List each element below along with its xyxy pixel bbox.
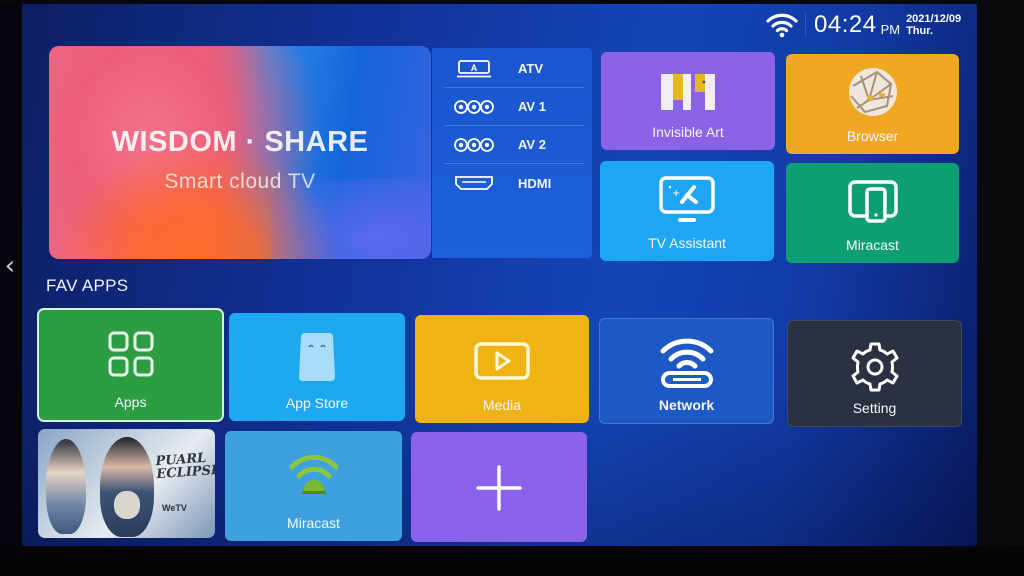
tile-label: Miracast xyxy=(287,515,340,531)
clock-ampm: PM xyxy=(880,21,901,37)
tile-label: Browser xyxy=(846,128,899,144)
status-divider xyxy=(805,13,806,37)
tv-assistant-icon: + xyxy=(659,176,715,222)
tile-tv-assistant[interactable]: + TV Assistant xyxy=(600,161,774,261)
tile-apps[interactable]: Apps xyxy=(37,308,224,422)
tile-label: Miracast xyxy=(846,237,899,253)
plus-icon xyxy=(476,465,522,511)
invisible-art-icon xyxy=(661,74,715,110)
tile-invisible-art[interactable]: Invisible Art xyxy=(601,52,775,150)
wifi-icon xyxy=(766,13,798,38)
tile-network[interactable]: Network xyxy=(599,318,774,424)
source-item-hdmi[interactable]: HDMI xyxy=(444,164,584,202)
tile-miracast-bottom[interactable]: Miracast xyxy=(225,431,402,541)
tile-label: TV Assistant xyxy=(648,235,726,251)
input-source-list: A ATV AV 1 AV 2 HDMI xyxy=(432,48,592,258)
rca-av-icon xyxy=(452,135,496,155)
poster-title-line: ECLIPSE xyxy=(156,462,215,483)
svg-text:A: A xyxy=(471,63,478,73)
hero-title: WISDOM · SHARE xyxy=(111,126,369,158)
poster-title: PUARL ECLIPSE xyxy=(155,451,215,483)
media-play-icon xyxy=(474,342,530,380)
tile-app-store[interactable]: App Store xyxy=(229,313,405,421)
source-item-av2[interactable]: AV 2 xyxy=(444,126,584,164)
svg-text:+: + xyxy=(672,188,680,199)
antenna-tv-icon: A xyxy=(452,59,496,79)
tv-bezel-right xyxy=(977,0,1024,576)
tv-bezel-bottom xyxy=(0,546,1024,576)
tile-poster-thumbnail[interactable]: PUARL ECLIPSE WeTV xyxy=(38,429,215,538)
poster-figure xyxy=(100,437,154,537)
source-item-atv[interactable]: A ATV xyxy=(444,50,584,88)
status-bar: 04:24 PM 2021/12/09 Thur. xyxy=(765,10,961,40)
hero-subtitle: Smart cloud TV xyxy=(164,170,316,193)
weekday-text: Thur. xyxy=(906,25,933,37)
tile-miracast-top[interactable]: Miracast xyxy=(786,163,959,263)
clock-time: 04:24 xyxy=(814,11,877,38)
date-text: 2021/12/09 xyxy=(906,13,962,25)
tile-label: Invisible Art xyxy=(652,124,724,140)
add-app-button[interactable] xyxy=(411,432,587,542)
tile-browser[interactable]: Browser xyxy=(786,54,959,154)
screen-mirror-icon xyxy=(847,180,898,223)
source-label: ATV xyxy=(518,61,544,76)
rca-av-icon xyxy=(452,97,496,117)
tile-label: App Store xyxy=(285,395,349,411)
tile-label: Network xyxy=(658,397,715,413)
source-label: AV 1 xyxy=(518,99,546,114)
hdmi-port-icon xyxy=(452,173,496,193)
tile-label: Setting xyxy=(852,400,897,416)
app-store-icon xyxy=(299,333,335,381)
source-label: HDMI xyxy=(518,175,552,191)
hero-banner[interactable]: WISDOM · SHARE Smart cloud TV xyxy=(49,46,431,259)
miracast-wifi-icon xyxy=(289,455,338,494)
poster-prop xyxy=(114,491,140,519)
chevron-left-icon[interactable]: ‹ xyxy=(0,238,20,294)
tile-label: Apps xyxy=(114,394,147,410)
browser-globe-icon xyxy=(848,68,897,116)
source-item-av1[interactable]: AV 1 xyxy=(444,88,584,126)
tile-setting[interactable]: Setting xyxy=(787,320,962,427)
tile-label: Media xyxy=(482,397,522,413)
source-label: AV 2 xyxy=(518,137,546,152)
apps-grid-icon xyxy=(108,331,153,377)
poster-figure xyxy=(46,439,86,534)
poster-brand: WeTV xyxy=(162,503,187,513)
tile-media[interactable]: Media xyxy=(415,315,589,423)
date-block: 2021/12/09 Thur. xyxy=(906,13,961,37)
fav-apps-heading: FAV APPS xyxy=(46,276,129,295)
network-router-icon xyxy=(660,338,713,388)
gear-icon xyxy=(851,342,898,392)
